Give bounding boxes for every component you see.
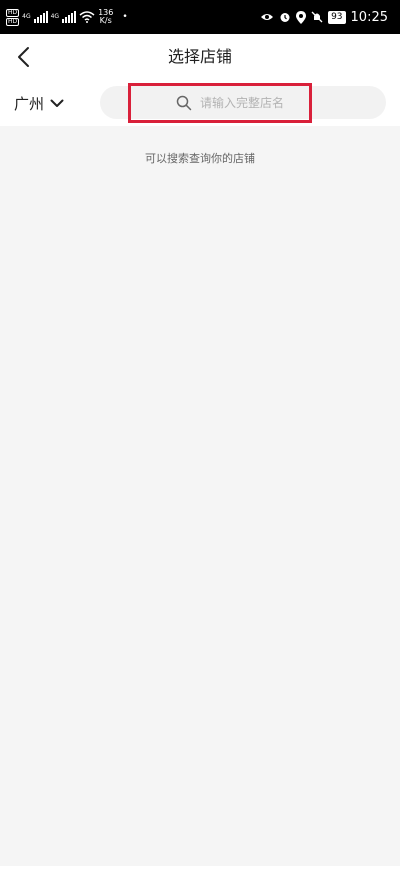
alarm-icon [280, 13, 290, 22]
back-button[interactable] [6, 40, 40, 74]
network-speed-unit: K/s [99, 16, 112, 25]
chevron-down-icon [50, 99, 64, 107]
wifi-icon [79, 11, 95, 23]
city-selector[interactable]: 广州 [14, 88, 64, 118]
signal-icon [62, 11, 77, 23]
network-type-label: 4G [50, 13, 60, 20]
search-field[interactable] [176, 92, 310, 114]
status-right: 93 10:25 [260, 5, 388, 29]
page-title: 选择店铺 [167, 47, 232, 66]
search-icon [176, 95, 192, 111]
header-bar: 选择店铺 [0, 34, 400, 80]
network-type-label: 4G [22, 13, 31, 20]
hd-badges: HD HD [6, 8, 20, 26]
hd-badge: HD [6, 17, 20, 26]
status-bar: HD HD 4G 4G 136 K/s • 93 10:25 [0, 0, 400, 34]
search-input[interactable] [200, 96, 310, 110]
status-time: 10:25 [350, 9, 388, 25]
eye-icon [261, 14, 274, 20]
bottom-edge [0, 866, 400, 871]
signal-icon [33, 11, 48, 23]
network-speed: 136 K/s [98, 9, 113, 25]
hd-badge: HD [6, 8, 20, 17]
app-screen: HD HD 4G 4G 136 K/s • 93 10:25 选择店铺 广州 请… [0, 0, 400, 871]
battery-indicator: 93 [328, 10, 346, 24]
city-label: 广州 [14, 94, 45, 113]
location-icon [296, 10, 307, 24]
notification-dot-icon: • [122, 12, 128, 22]
status-left: HD HD 4G 4G 136 K/s • [6, 5, 128, 29]
chevron-left-icon [18, 47, 29, 67]
mute-bell-icon [311, 11, 323, 23]
empty-hint: 可以搜索查询你的店铺 [145, 152, 255, 165]
